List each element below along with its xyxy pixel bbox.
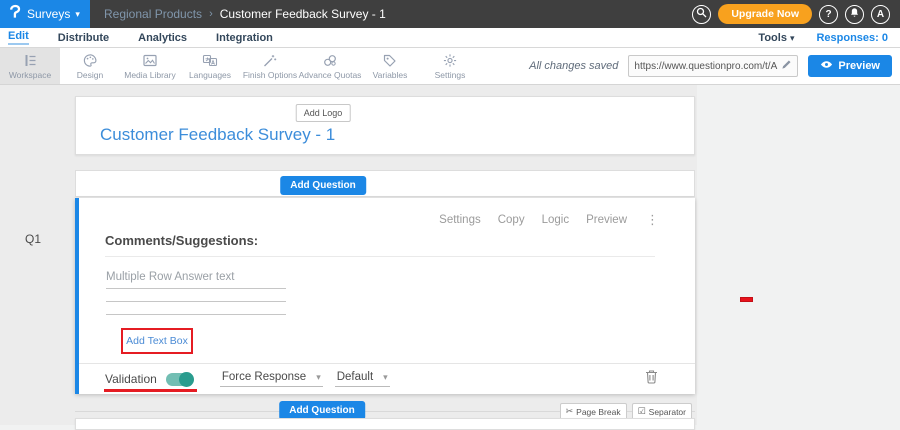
eye-icon xyxy=(820,60,833,72)
preview-button-label: Preview xyxy=(838,60,880,72)
questionpro-logo-icon xyxy=(8,4,22,25)
survey-title[interactable]: Customer Feedback Survey - 1 xyxy=(100,125,335,145)
question-text[interactable]: Comments/Suggestions: xyxy=(105,233,258,248)
tag-icon xyxy=(382,53,398,68)
chevron-down-icon: ▾ xyxy=(383,372,388,383)
answer-placeholder-text[interactable]: Multiple Row Answer text xyxy=(106,271,234,283)
toolbar-item-workspace[interactable]: Workspace xyxy=(0,48,60,84)
links-icon xyxy=(322,53,338,68)
toolbar-item-settings[interactable]: Settings xyxy=(420,48,480,84)
chevron-down-icon: ▾ xyxy=(790,33,795,43)
validation-type-dropdown[interactable]: Default ▾ xyxy=(335,371,390,387)
product-menu-label: Surveys xyxy=(27,7,70,21)
question-copy-link[interactable]: Copy xyxy=(498,214,525,226)
breadcrumb-parent[interactable]: Regional Products xyxy=(104,7,202,21)
gear-icon xyxy=(442,53,458,68)
add-question-button-top[interactable]: Add Question xyxy=(280,176,366,195)
palette-icon xyxy=(82,53,98,68)
nav-tabs: Edit Distribute Analytics Integration xyxy=(0,28,273,47)
toolbar-item-media-library[interactable]: Media Library xyxy=(120,48,180,84)
tools-menu[interactable]: Tools▾ xyxy=(758,32,794,44)
scissors-icon: ✂ xyxy=(566,406,574,417)
validation-toggle[interactable] xyxy=(166,373,192,386)
question-number-label: Q1 xyxy=(25,232,41,246)
add-logo-button[interactable]: Add Logo xyxy=(296,104,351,122)
tab-edit[interactable]: Edit xyxy=(8,28,29,47)
notifications-button[interactable] xyxy=(845,5,864,24)
question-preview-link[interactable]: Preview xyxy=(586,214,627,226)
account-avatar[interactable]: A xyxy=(871,5,890,24)
image-icon xyxy=(142,53,158,68)
question-actions-menu: Settings Copy Logic Preview ⋮ xyxy=(439,212,659,228)
validation-annotation-underline xyxy=(104,389,197,392)
header-actions: Upgrade Now ? A xyxy=(692,4,900,24)
question-mark-icon: ? xyxy=(825,9,831,20)
breadcrumb-current: Customer Feedback Survey - 1 xyxy=(220,7,386,21)
survey-editor-canvas: Q1 Add Logo Customer Feedback Survey - 1… xyxy=(0,85,900,425)
toolbar-item-design[interactable]: Design xyxy=(60,48,120,84)
next-section-card-edge xyxy=(75,418,695,430)
chevron-down-icon: ▾ xyxy=(316,372,321,383)
survey-header-card: Add Logo Customer Feedback Survey - 1 xyxy=(75,96,695,155)
tab-integration[interactable]: Integration xyxy=(216,28,273,47)
tab-analytics[interactable]: Analytics xyxy=(138,28,187,47)
magic-wand-icon xyxy=(262,53,278,68)
survey-url-field[interactable] xyxy=(628,55,798,77)
responses-count-link[interactable]: Responses: 0 xyxy=(816,32,888,44)
trash-icon xyxy=(645,369,658,389)
edit-pencil-icon[interactable] xyxy=(781,57,792,75)
survey-url-input[interactable] xyxy=(634,61,778,72)
answer-row-line[interactable] xyxy=(106,301,286,302)
red-annotation-dash xyxy=(740,297,753,302)
add-question-strip: Add Question xyxy=(75,170,695,197)
force-response-dropdown[interactable]: Force Response ▾ xyxy=(220,371,323,387)
add-text-box-link[interactable]: Add Text Box xyxy=(126,335,188,347)
preview-button[interactable]: Preview xyxy=(808,55,892,77)
question-card: Settings Copy Logic Preview ⋮ Comments/S… xyxy=(75,198,695,394)
product-menu[interactable]: Surveys ▾ xyxy=(0,0,90,28)
save-status-text: All changes saved xyxy=(529,60,618,72)
question-text-divider xyxy=(105,256,655,257)
question-settings-link[interactable]: Settings xyxy=(439,214,481,226)
chevron-down-icon: ▾ xyxy=(75,9,80,20)
top-header-bar: Surveys ▾ Regional Products › Customer F… xyxy=(0,0,900,28)
toolbar-right: All changes saved Preview xyxy=(529,48,900,84)
search-icon xyxy=(696,7,707,21)
survey-nav-bar: Edit Distribute Analytics Integration To… xyxy=(0,28,900,48)
nav-right: Tools▾ Responses: 0 xyxy=(758,32,900,44)
help-button[interactable]: ? xyxy=(819,5,838,24)
editor-toolbar: Workspace Design Media Library Languages… xyxy=(0,48,900,85)
bell-icon xyxy=(849,7,860,21)
add-text-box-annotation-highlight: Add Text Box xyxy=(121,328,193,354)
upgrade-now-button[interactable]: Upgrade Now xyxy=(718,4,812,24)
breadcrumb: Regional Products › Customer Feedback Su… xyxy=(104,7,386,21)
search-button[interactable] xyxy=(692,5,711,24)
tab-distribute[interactable]: Distribute xyxy=(58,28,109,47)
answer-row-line[interactable] xyxy=(106,288,286,289)
toolbar-item-variables[interactable]: Variables xyxy=(360,48,420,84)
validation-label: Validation xyxy=(105,372,157,386)
more-options-icon[interactable]: ⋮ xyxy=(646,212,659,228)
delete-question-button[interactable] xyxy=(645,369,658,389)
question-footer: Validation Force Response ▾ Default ▾ xyxy=(79,363,695,394)
translate-icon xyxy=(202,53,218,68)
avatar-initial: A xyxy=(877,9,884,20)
checkbox-checked-icon: ☑ xyxy=(638,406,646,417)
toolbar-item-languages[interactable]: Languages xyxy=(180,48,240,84)
toolbar-item-advance-quotas[interactable]: Advance Quotas xyxy=(300,48,360,84)
toggle-knob xyxy=(179,372,194,387)
breadcrumb-separator-icon: › xyxy=(209,8,213,20)
answer-row-line[interactable] xyxy=(106,314,286,315)
question-logic-link[interactable]: Logic xyxy=(542,214,570,226)
toolbar-item-finish-options[interactable]: Finish Options xyxy=(240,48,300,84)
workspace-icon xyxy=(22,53,38,68)
